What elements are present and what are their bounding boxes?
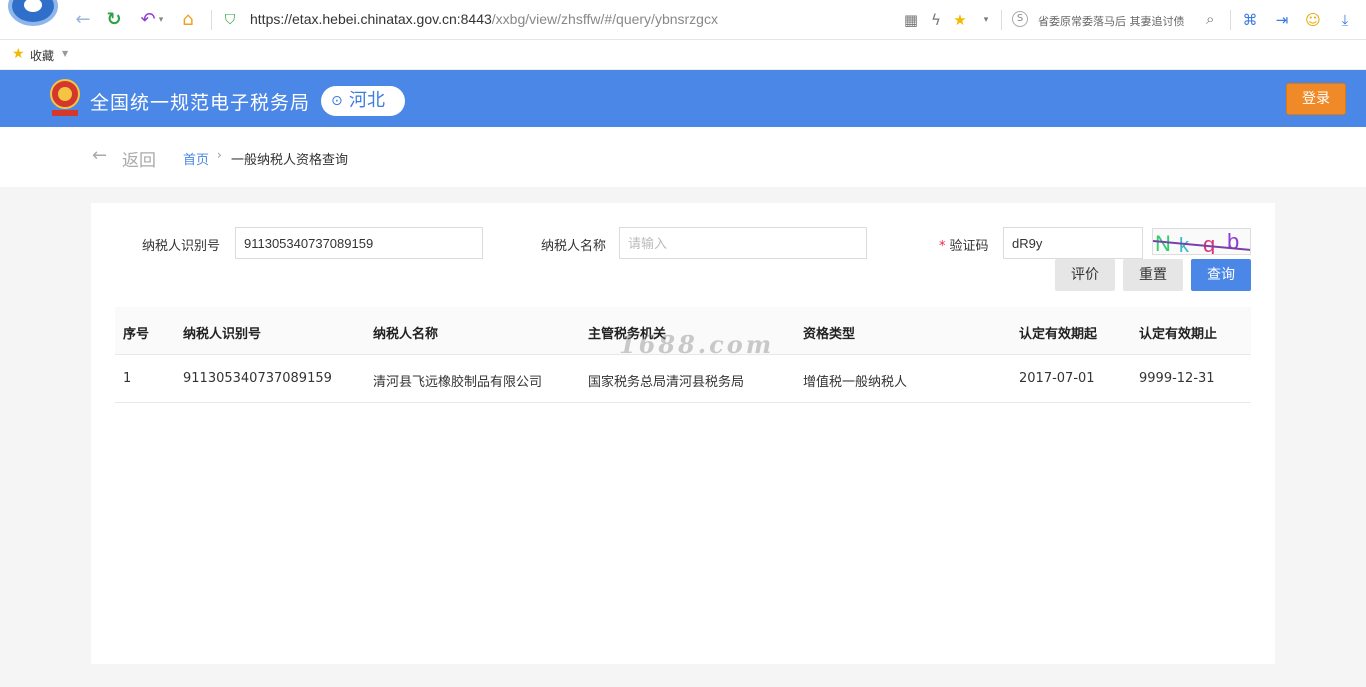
back-arrow-icon[interactable]: ← xyxy=(72,9,94,31)
table-cell: 2017-07-01 xyxy=(1019,371,1095,386)
download-icon[interactable]: ⤓ xyxy=(1335,10,1355,30)
sign-in-icon[interactable]: ⇥ xyxy=(1272,10,1292,30)
search-engine-icon: S xyxy=(1012,11,1028,27)
taxpayer-name-input[interactable] xyxy=(619,227,867,259)
browser-toolbar: ← ↻ ↶ ▾ ⌂ ⛉ https://etax.hebei.chinatax.… xyxy=(0,0,1366,40)
chevron-down-icon[interactable]: ▾ xyxy=(156,9,166,31)
column-header: 纳税人名称 xyxy=(373,327,439,342)
smiley-icon[interactable]: ☺ xyxy=(1303,10,1323,30)
toolbar-divider xyxy=(1001,10,1002,30)
captcha-char: q xyxy=(1203,232,1215,255)
back-label: 返回 xyxy=(122,151,156,171)
reset-button[interactable]: 重置 xyxy=(1123,259,1183,291)
url-host: https://etax.hebei.chinatax.gov.cn:8443 xyxy=(250,11,492,27)
translate-icon[interactable]: ⌘ xyxy=(1240,10,1260,30)
taxpayer-name-label: 纳税人名称 xyxy=(541,239,607,254)
taxpayer-id-label: 纳税人识别号 xyxy=(142,239,221,254)
captcha-char: b xyxy=(1227,229,1239,254)
breadcrumb: ← 返回 首页 › 一般纳税人资格查询 xyxy=(0,127,1366,187)
region-selector[interactable]: ⊙ 河北 xyxy=(321,86,405,116)
tax-emblem-icon xyxy=(50,79,80,116)
chevron-down-icon[interactable]: ▾ xyxy=(976,10,996,30)
location-pin-icon: ⊙ xyxy=(331,93,343,109)
column-header: 认定有效期止 xyxy=(1139,327,1218,342)
security-shield-icon[interactable]: ⛉ xyxy=(222,11,238,29)
address-bar[interactable]: https://etax.hebei.chinatax.gov.cn:8443/… xyxy=(250,11,718,27)
column-header: 纳税人识别号 xyxy=(183,327,262,342)
bookmarks-bar: ★ 收藏 ▼ xyxy=(0,40,1366,70)
chevron-down-icon[interactable]: ▼ xyxy=(62,49,68,58)
table-cell: 增值税一般纳税人 xyxy=(803,375,908,390)
column-header: 认定有效期起 xyxy=(1019,327,1098,342)
table-cell: 国家税务总局清河县税务局 xyxy=(588,375,745,390)
login-button[interactable]: 登录 xyxy=(1286,83,1346,115)
required-mark: * xyxy=(939,239,946,254)
query-card: 纳税人识别号 纳税人名称 *验证码 N k q b 评价 重置 查询 序号 纳税… xyxy=(91,203,1275,664)
table-cell: 1 xyxy=(123,371,132,386)
captcha-input[interactable] xyxy=(1003,227,1143,259)
reload-icon[interactable]: ↻ xyxy=(103,9,125,31)
captcha-image[interactable]: N k q b xyxy=(1152,228,1251,255)
table-cell: 9999-12-31 xyxy=(1139,371,1215,386)
table-cell: 清河县飞远橡胶制品有限公司 xyxy=(373,375,543,390)
query-button[interactable]: 查询 xyxy=(1191,259,1251,291)
site-header: 全国统一规范电子税务局 ⊙ 河北 登录 xyxy=(0,70,1366,127)
bookmark-star-icon: ★ xyxy=(12,46,25,62)
back-arrow-icon: ← xyxy=(92,145,108,166)
column-header: 序号 xyxy=(123,327,150,342)
lightning-icon[interactable]: ϟ xyxy=(926,10,946,30)
taxpayer-id-input[interactable] xyxy=(235,227,483,259)
table-header: 序号 纳税人识别号 纳税人名称 主管税务机关 资格类型 认定有效期起 认定有效期… xyxy=(115,307,1251,355)
region-name: 河北 xyxy=(349,90,385,111)
favorite-star-icon[interactable]: ★ xyxy=(950,10,970,30)
home-icon[interactable]: ⌂ xyxy=(177,9,199,31)
column-header: 资格类型 xyxy=(803,327,856,342)
captcha-graphic: N k q b xyxy=(1153,229,1250,255)
site-title: 全国统一规范电子税务局 xyxy=(90,92,311,114)
toolbar-divider xyxy=(211,10,212,30)
bookmarks-menu[interactable]: 收藏 xyxy=(30,47,54,64)
breadcrumb-current: 一般纳税人资格查询 xyxy=(231,153,349,168)
breadcrumb-home[interactable]: 首页 xyxy=(183,149,209,168)
captcha-label-text: 验证码 xyxy=(949,239,989,254)
search-icon[interactable]: ⌕ xyxy=(1206,10,1214,28)
evaluate-button[interactable]: 评价 xyxy=(1055,259,1115,291)
column-header: 主管税务机关 xyxy=(588,327,667,342)
browser-logo-icon[interactable] xyxy=(8,0,58,26)
table-cell: 911305340737089159 xyxy=(183,371,332,386)
search-suggestion: 省委原常委落马后 其妻追讨债 xyxy=(1038,15,1185,28)
table-row: 1 911305340737089159 清河县飞远橡胶制品有限公司 国家税务总… xyxy=(115,355,1251,403)
toolbar-divider xyxy=(1230,10,1231,30)
browser-search-box[interactable]: S 省委原常委落马后 其妻追讨债 ⌕ xyxy=(1010,9,1225,31)
qr-code-icon[interactable]: ▦ xyxy=(901,10,921,30)
captcha-label: * 验证码 xyxy=(939,235,989,254)
url-path: /xxbg/view/zhsffw/#/query/ybnsrzgcx xyxy=(491,11,718,27)
chevron-right-icon: › xyxy=(217,148,222,162)
